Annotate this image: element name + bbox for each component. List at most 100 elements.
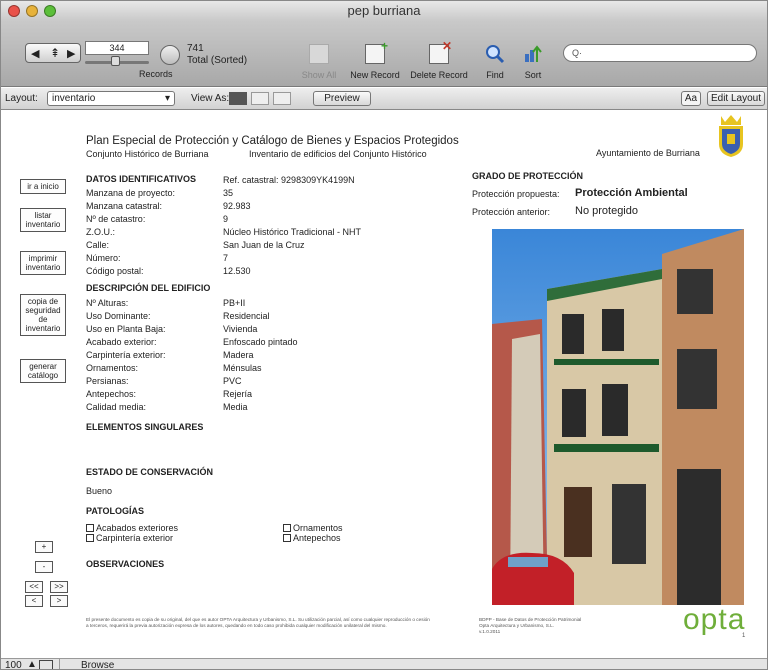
edit-layout-button[interactable]: Edit Layout — [707, 91, 765, 106]
previous-record-icon[interactable]: ◀ — [31, 47, 39, 60]
add-button[interactable]: + — [35, 541, 53, 553]
elementos-heading: ELEMENTOS SINGULARES — [86, 422, 204, 432]
title-bar: pep burriana — [1, 1, 767, 21]
field-value[interactable]: San Juan de la Cruz — [223, 240, 305, 251]
field-value[interactable]: 35 — [223, 188, 233, 199]
record-number-field[interactable]: 344 — [85, 41, 149, 55]
last-record-button[interactable]: >> — [50, 581, 68, 593]
patologia-item[interactable]: Carpintería exterior — [86, 533, 173, 544]
status-area-toggle-icon[interactable] — [39, 660, 53, 669]
field-value[interactable]: Residencial — [223, 311, 270, 322]
divider — [59, 659, 60, 669]
patologia-item[interactable]: Antepechos — [283, 533, 341, 544]
field-value[interactable]: PVC — [223, 376, 242, 387]
preview-button[interactable]: Preview — [313, 91, 371, 106]
field-value[interactable]: 7 — [223, 253, 228, 264]
checkbox[interactable] — [86, 534, 94, 542]
mode-label: Browse — [81, 660, 115, 670]
table-view-icon[interactable] — [273, 92, 291, 105]
record-navigator[interactable]: ◀ ⇞ ▶ — [25, 43, 81, 63]
view-as-label: View As: — [191, 93, 230, 104]
generate-catalog-button[interactable]: generar catálogo — [20, 359, 66, 383]
slider-thumb[interactable] — [111, 56, 120, 66]
show-all-button[interactable]: Show All — [289, 70, 349, 80]
go-to-start-button[interactable]: ir a inicio — [20, 179, 66, 194]
field-label: Uso en Planta Baja: — [86, 324, 166, 334]
sort-icon[interactable] — [523, 44, 543, 64]
records-label: Records — [139, 69, 173, 79]
field-value[interactable]: Ménsulas — [223, 363, 262, 374]
list-inventory-button[interactable]: listar inventario — [20, 208, 66, 232]
page-subtitle-right: Inventario de edificios del Conjunto His… — [249, 149, 427, 159]
delete-record-icon[interactable]: ✕ — [429, 39, 452, 64]
field-value[interactable]: Vivienda — [223, 324, 257, 335]
backup-inventory-button[interactable]: copia de seguridad de inventario — [20, 294, 66, 336]
page-subtitle-left: Conjunto Histórico de Burriana — [86, 149, 209, 159]
app-window: pep burriana ◀ ⇞ ▶ 344 Records 741 Total… — [0, 0, 768, 670]
datos-heading: DATOS IDENTIFICATIVOS — [86, 174, 197, 184]
propuesta-label: Protección propuesta: — [472, 189, 560, 199]
field-label: Número: — [86, 253, 121, 263]
find-icon[interactable] — [485, 44, 505, 64]
checkbox[interactable] — [283, 534, 291, 542]
anterior-label: Protección anterior: — [472, 207, 551, 217]
estado-value[interactable]: Bueno — [86, 486, 112, 497]
field-label: Uso Dominante: — [86, 311, 151, 321]
field-value[interactable]: 92.983 — [223, 201, 251, 212]
form-view-icon[interactable] — [229, 92, 247, 105]
next-button[interactable]: > — [50, 595, 68, 607]
field-label: Ornamentos: — [86, 363, 139, 373]
show-all-icon[interactable] — [309, 44, 329, 64]
quick-find-input[interactable]: Q· — [563, 44, 757, 62]
field-label: Nº Alturas: — [86, 298, 129, 308]
patologias-heading: PATOLOGÍAS — [86, 506, 145, 516]
delete-record-button[interactable]: Delete Record — [409, 70, 469, 80]
propuesta-value[interactable]: Protección Ambiental — [575, 187, 688, 199]
field-value[interactable]: Enfoscado pintado — [223, 337, 298, 348]
anterior-value[interactable]: No protegido — [575, 205, 638, 217]
layout-select[interactable]: inventario ▾ — [47, 91, 175, 106]
previous-button[interactable]: < — [25, 595, 43, 607]
new-record-button[interactable]: New Record — [345, 70, 405, 80]
zoom-level[interactable]: 100 — [5, 660, 22, 669]
list-view-icon[interactable] — [251, 92, 269, 105]
layout-value: inventario — [52, 93, 96, 104]
new-record-icon[interactable]: + — [365, 39, 388, 64]
observaciones-heading: OBSERVACIONES — [86, 559, 165, 569]
checkbox[interactable] — [86, 524, 94, 532]
field-label: Manzana de proyecto: — [86, 188, 176, 198]
field-value[interactable]: PB+II — [223, 298, 245, 309]
checkbox[interactable] — [283, 524, 291, 532]
building-photo — [492, 229, 744, 605]
field-value[interactable]: 9 — [223, 214, 228, 225]
book-icon: ⇞ — [50, 46, 61, 60]
field-value[interactable]: Núcleo Histórico Tradicional - NHT — [223, 227, 361, 238]
print-inventory-button[interactable]: imprimir inventario — [20, 251, 66, 275]
grado-heading: GRADO DE PROTECCIÓN — [472, 171, 584, 181]
sort-button[interactable]: Sort — [503, 70, 563, 80]
field-value[interactable]: Media — [223, 402, 248, 413]
field-value[interactable]: Rejería — [223, 389, 252, 400]
ref-value[interactable]: 9298309YK4199N — [281, 175, 355, 185]
zoom-window-button[interactable] — [44, 5, 56, 17]
total-label: Total (Sorted) — [187, 55, 248, 66]
first-record-button[interactable]: << — [25, 581, 43, 593]
field-label: Código postal: — [86, 266, 144, 276]
toolbar: ◀ ⇞ ▶ 344 Records 741 Total (Sorted) Sho… — [1, 21, 767, 87]
zoom-mountain-icon[interactable]: ▲ — [27, 659, 37, 669]
next-record-icon[interactable]: ▶ — [67, 47, 75, 60]
close-window-button[interactable] — [8, 5, 20, 17]
page-title: Plan Especial de Protección y Catálogo d… — [86, 135, 459, 147]
remove-button[interactable]: - — [35, 561, 53, 573]
text-format-button[interactable]: Aa — [681, 91, 701, 106]
page-number: 1 — [742, 633, 746, 639]
layout-bar: Layout: inventario ▾ View As: Preview Aa… — [1, 88, 767, 110]
window-title: pep burriana — [347, 3, 421, 18]
field-value[interactable]: 12.530 — [223, 266, 251, 277]
record-pie-icon — [160, 45, 180, 65]
minimize-window-button[interactable] — [26, 5, 38, 17]
field-value[interactable]: Madera — [223, 350, 254, 361]
descripcion-heading: DESCRIPCIÓN DEL EDIFICIO — [86, 283, 211, 293]
ref-catastral: Ref. catastral: 9298309YK4199N — [223, 175, 355, 186]
field-label: Antepechos: — [86, 389, 137, 399]
